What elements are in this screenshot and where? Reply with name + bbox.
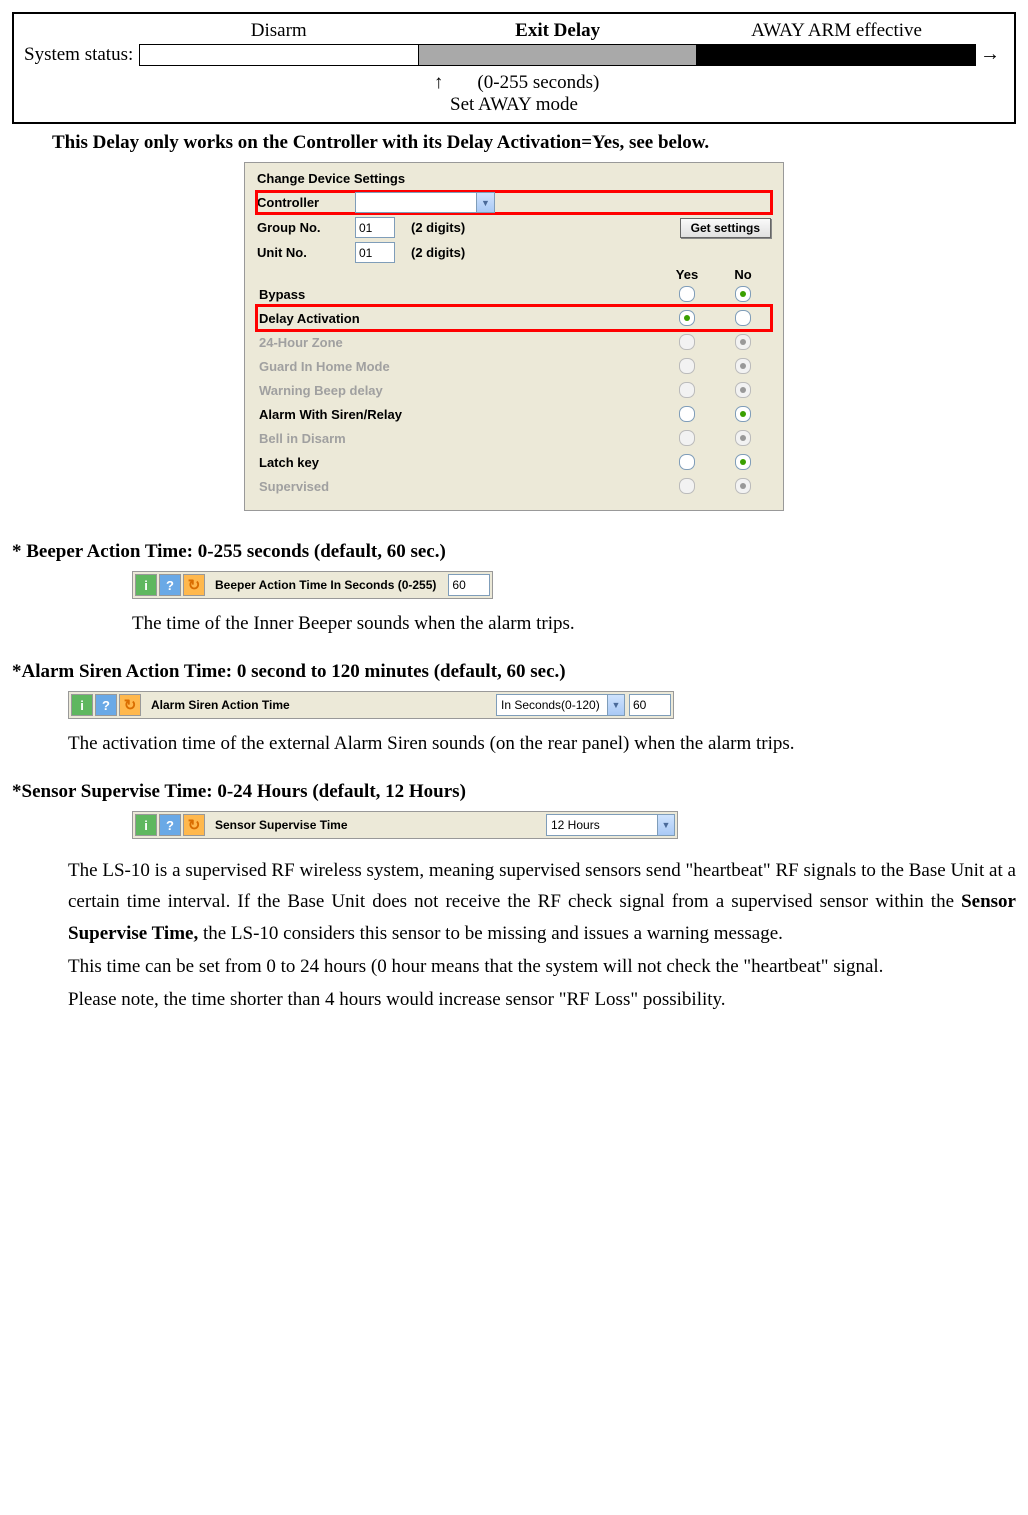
option-radio-no[interactable] (715, 454, 771, 470)
option-row: Bell in Disarm (257, 426, 771, 450)
status-col-disarm: Disarm (139, 20, 418, 44)
beeper-param-label: Beeper Action Time In Seconds (0-255) (207, 578, 444, 592)
option-row: Guard In Home Mode (257, 354, 771, 378)
option-label: Latch key (257, 455, 659, 470)
beeper-param-bar: i ? ↻ Beeper Action Time In Seconds (0-2… (132, 571, 493, 599)
siren-desc: The activation time of the external Alar… (68, 733, 1016, 755)
arrow-up-icon: ↑ (429, 72, 449, 94)
help-icon[interactable]: ? (95, 694, 117, 716)
unit-input[interactable] (355, 242, 395, 263)
option-row: Delay Activation (257, 306, 771, 330)
option-radio-yes[interactable] (659, 454, 715, 470)
delay-note: This Delay only works on the Controller … (52, 132, 1016, 154)
group-row: Group No. (2 digits) Get settings (257, 217, 771, 238)
option-label: Guard In Home Mode (257, 359, 659, 374)
unit-digits-note: (2 digits) (411, 245, 465, 260)
option-label: Warning Beep delay (257, 383, 659, 398)
change-device-settings-panel: Change Device Settings Controller ▼ Grou… (244, 162, 784, 511)
option-label: Bell in Disarm (257, 431, 659, 446)
option-radio-no (715, 382, 771, 398)
option-radio-no (715, 478, 771, 494)
option-row: Warning Beep delay (257, 378, 771, 402)
yes-header: Yes (659, 267, 715, 282)
status-col-exit-delay: Exit Delay (418, 20, 697, 44)
unit-row: Unit No. (2 digits) (257, 242, 771, 263)
option-radio-yes[interactable] (659, 310, 715, 326)
refresh-icon[interactable]: ↻ (183, 574, 205, 596)
option-radio-no[interactable] (715, 286, 771, 302)
system-status-label: System status: (24, 44, 133, 66)
arrow-right-icon: → (976, 43, 1004, 66)
controller-label: Controller (257, 195, 355, 210)
chevron-down-icon: ▼ (607, 695, 624, 715)
system-status-diagram: System status: Disarm Exit Delay AWAY AR… (12, 12, 1016, 124)
option-label: Supervised (257, 479, 659, 494)
status-range-text: (0-255 seconds) (477, 72, 599, 93)
siren-heading: *Alarm Siren Action Time: 0 second to 12… (12, 661, 1016, 683)
controller-row: Controller ▼ (257, 192, 771, 213)
option-radio-no (715, 358, 771, 374)
option-radio-no[interactable] (715, 310, 771, 326)
siren-unit-dropdown[interactable]: In Seconds(0-120) ▼ (496, 694, 625, 716)
yes-no-header: Yes No (257, 267, 771, 282)
refresh-icon[interactable]: ↻ (119, 694, 141, 716)
supervise-para1: The LS-10 is a supervised RF wireless sy… (68, 855, 1016, 949)
no-header: No (715, 267, 771, 282)
option-radio-yes (659, 430, 715, 446)
settings-title: Change Device Settings (257, 167, 771, 192)
supervise-dropdown-value: 12 Hours (551, 818, 600, 832)
supervise-para3: Please note, the time shorter than 4 hou… (68, 984, 1016, 1015)
option-radio-yes[interactable] (659, 286, 715, 302)
option-radio-yes (659, 358, 715, 374)
option-radio-yes (659, 478, 715, 494)
option-radio-yes (659, 334, 715, 350)
chevron-down-icon: ▼ (657, 815, 674, 835)
status-bar-strip (139, 44, 976, 66)
group-label: Group No. (257, 220, 355, 235)
set-away-mode-text: Set AWAY mode (24, 94, 1004, 116)
option-row: Latch key (257, 450, 771, 474)
info-icon[interactable]: i (135, 814, 157, 836)
beeper-heading: * Beeper Action Time: 0-255 seconds (def… (12, 541, 1016, 563)
option-radio-no (715, 334, 771, 350)
option-radio-no (715, 430, 771, 446)
option-row: Supervised (257, 474, 771, 498)
option-row: Bypass (257, 282, 771, 306)
option-row: Alarm With Siren/Relay (257, 402, 771, 426)
supervise-heading: *Sensor Supervise Time: 0-24 Hours (defa… (12, 781, 1016, 803)
refresh-icon[interactable]: ↻ (183, 814, 205, 836)
help-icon[interactable]: ? (159, 814, 181, 836)
option-label: Bypass (257, 287, 659, 302)
supervise-param-label: Sensor Supervise Time (207, 818, 546, 832)
group-input[interactable] (355, 217, 395, 238)
option-label: 24-Hour Zone (257, 335, 659, 350)
option-label: Delay Activation (257, 311, 659, 326)
status-col-away-arm: AWAY ARM effective (697, 20, 976, 44)
help-icon[interactable]: ? (159, 574, 181, 596)
get-settings-button[interactable]: Get settings (680, 218, 771, 238)
info-icon[interactable]: i (135, 574, 157, 596)
controller-dropdown[interactable]: ▼ (355, 192, 495, 213)
group-digits-note: (2 digits) (411, 220, 465, 235)
siren-unit-value: In Seconds(0-120) (501, 698, 600, 712)
chevron-down-icon: ▼ (476, 193, 494, 212)
option-radio-yes (659, 382, 715, 398)
siren-param-bar: i ? ↻ Alarm Siren Action Time In Seconds… (68, 691, 674, 719)
unit-label: Unit No. (257, 245, 355, 260)
beeper-value-input[interactable] (448, 574, 490, 596)
siren-value-input[interactable] (629, 694, 671, 716)
siren-param-label: Alarm Siren Action Time (143, 698, 496, 712)
option-radio-yes[interactable] (659, 406, 715, 422)
option-row: 24-Hour Zone (257, 330, 771, 354)
supervise-para2: This time can be set from 0 to 24 hours … (68, 951, 1016, 982)
supervise-dropdown[interactable]: 12 Hours ▼ (546, 814, 675, 836)
option-label: Alarm With Siren/Relay (257, 407, 659, 422)
beeper-desc: The time of the Inner Beeper sounds when… (132, 613, 1016, 635)
info-icon[interactable]: i (71, 694, 93, 716)
status-seg-exit-delay (419, 45, 698, 65)
supervise-param-bar: i ? ↻ Sensor Supervise Time 12 Hours ▼ (132, 811, 678, 839)
option-radio-no[interactable] (715, 406, 771, 422)
status-seg-away-arm (697, 45, 975, 65)
status-seg-disarm (140, 45, 419, 65)
